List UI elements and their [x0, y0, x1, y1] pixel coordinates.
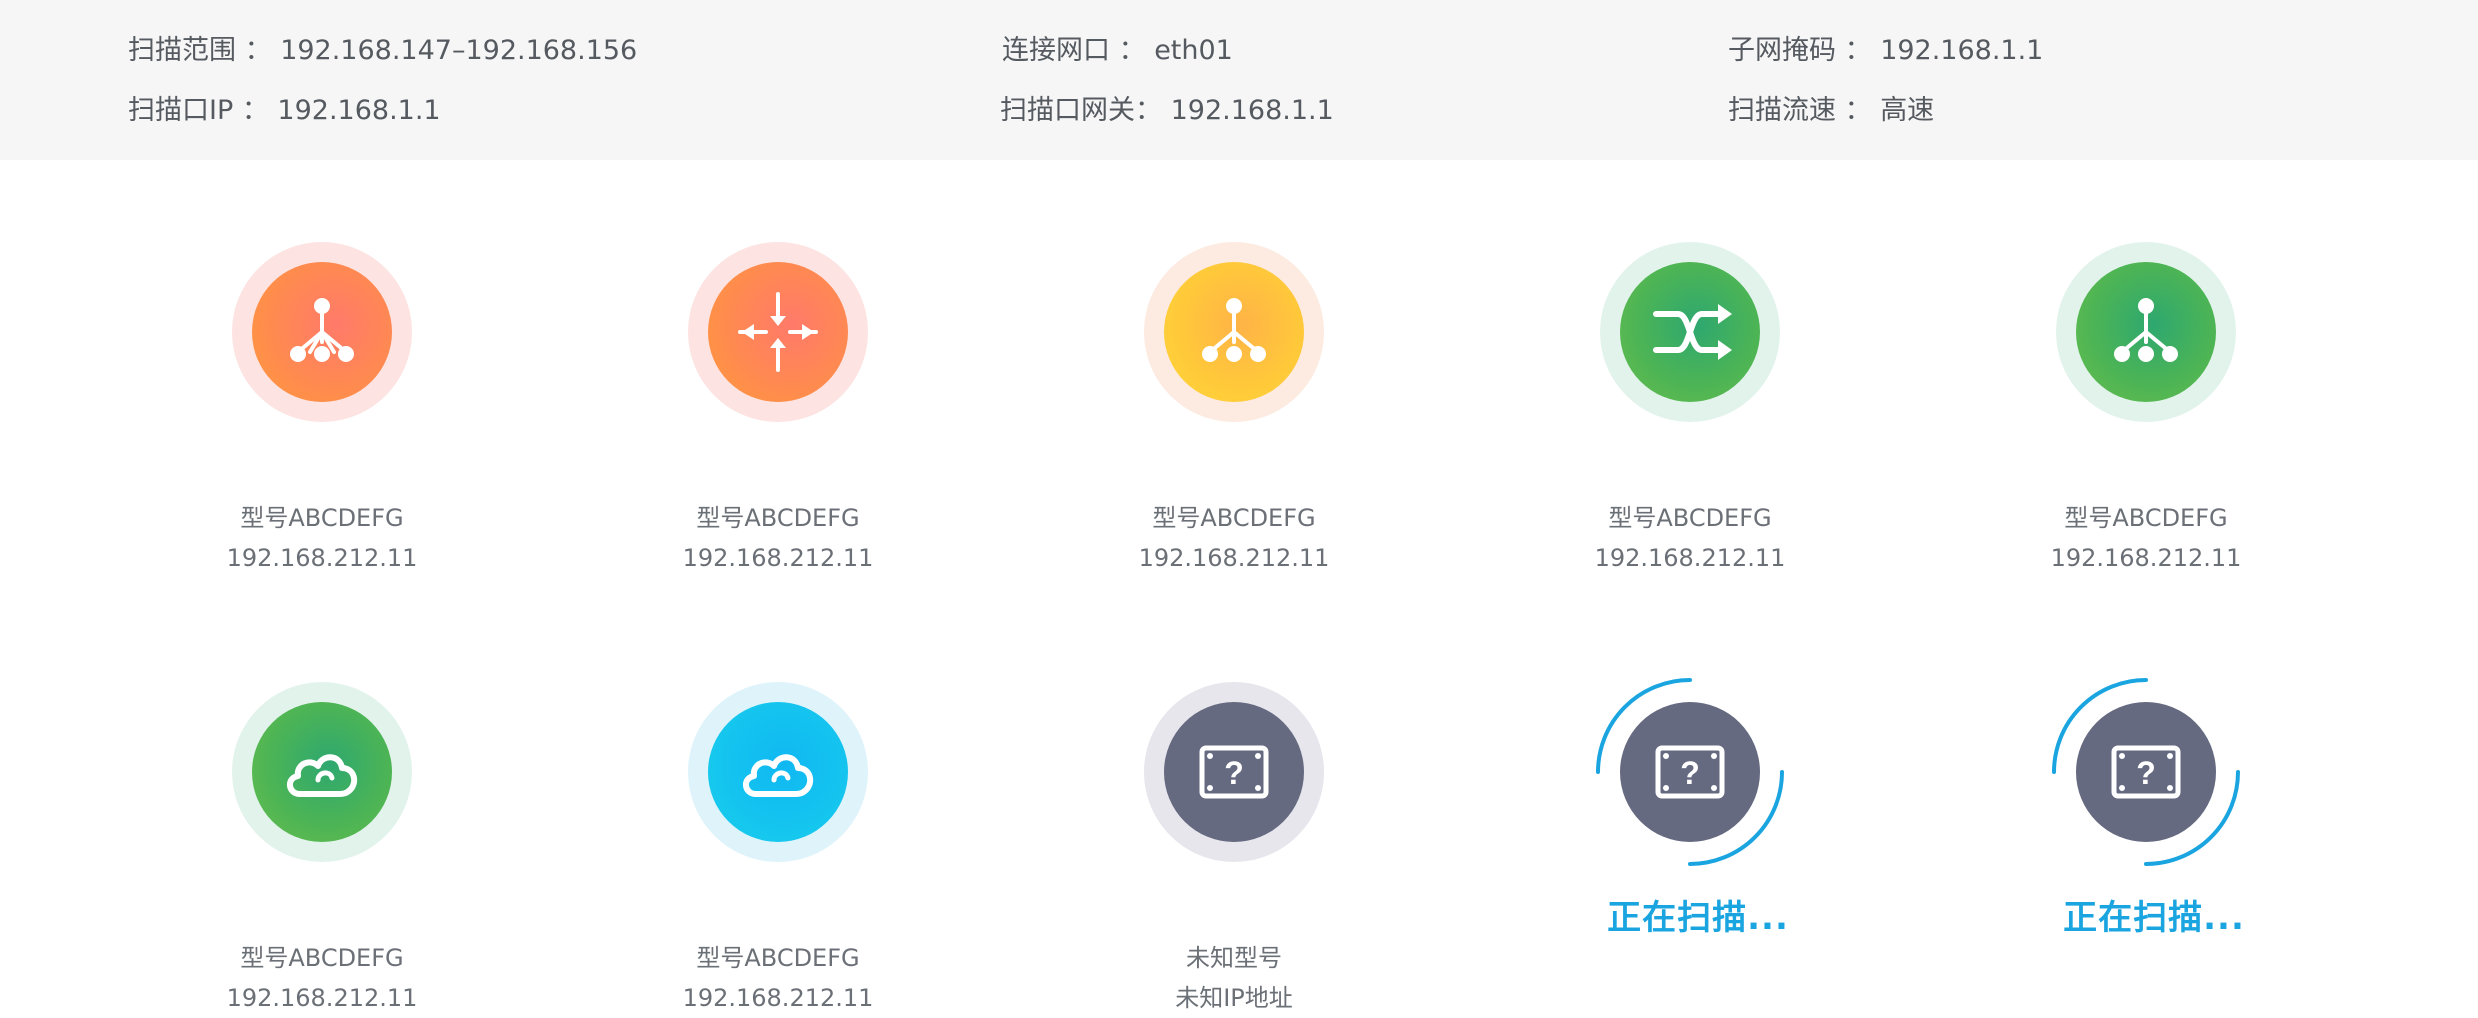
device-card[interactable]	[2056, 242, 2236, 422]
unknown-device-icon: ?	[1655, 745, 1725, 799]
svg-text:?: ?	[1680, 755, 1700, 791]
speed-row: 扫描流速 ： 高速	[1728, 88, 1934, 127]
device-ip: 192.168.212.11	[226, 984, 418, 1012]
device-ip: 192.168.212.11	[1138, 544, 1330, 572]
device-model: 型号ABCDEFG	[696, 504, 860, 532]
scan-port-ip-value: 192.168.1.1	[277, 95, 441, 126]
cloud-icon	[287, 754, 358, 797]
device-caption: 型号ABCDEFG 192.168.212.11	[122, 938, 522, 1018]
device-model: 型号ABCDEFG	[696, 944, 860, 972]
network-tree-icon	[1202, 298, 1266, 362]
device-icon-circle	[708, 262, 848, 402]
device-ip: 192.168.212.11	[1594, 544, 1786, 572]
speed-label: 扫描流速 ：	[1728, 95, 1872, 126]
device-ip: 192.168.212.11	[226, 544, 418, 572]
device-model: 型号ABCDEFG	[1152, 504, 1316, 532]
device-card[interactable]	[232, 242, 412, 422]
device-caption: 型号ABCDEFG 192.168.212.11	[1946, 498, 2346, 578]
device-card[interactable]	[688, 242, 868, 422]
svg-text:?: ?	[1224, 755, 1244, 791]
device-ip: 192.168.212.11	[682, 984, 874, 1012]
network-tree-icon	[2114, 298, 2178, 362]
speed-value: 高速	[1880, 95, 1935, 126]
device-ip: 未知IP地址	[1175, 984, 1293, 1012]
device-card[interactable]	[232, 682, 412, 862]
device-caption: 型号ABCDEFG 192.168.212.11	[122, 498, 522, 578]
network-tree-icon	[290, 298, 354, 362]
subnet-row: 子网掩码 ： 192.168.1.1	[1728, 28, 2043, 67]
device-card-scanning[interactable]: ?	[2052, 678, 2240, 866]
device-card-scanning[interactable]: ?	[1596, 678, 1784, 866]
device-card[interactable]	[1600, 242, 1780, 422]
cloud-icon	[743, 754, 814, 797]
gateway-label: 扫描口网关：	[1000, 95, 1162, 126]
unknown-device-icon: ?	[1199, 745, 1269, 799]
device-caption: 型号ABCDEFG 192.168.212.11	[1490, 498, 1890, 578]
device-model: 型号ABCDEFG	[2064, 504, 2228, 532]
device-model: 未知型号	[1186, 944, 1282, 972]
scan-range-label: 扫描范围 ：	[128, 35, 272, 66]
arrows-converge-icon	[738, 292, 818, 372]
gateway-value: 192.168.1.1	[1170, 95, 1334, 126]
scan-port-ip-row: 扫描口IP ： 192.168.1.1	[128, 88, 441, 127]
shuffle-icon	[1653, 304, 1732, 360]
device-ip: 192.168.212.11	[2050, 544, 2242, 572]
link-port-label: 连接网口 ：	[1002, 35, 1146, 66]
scan-range-value: 192.168.147–192.168.156	[280, 35, 638, 66]
device-icon-circle	[252, 702, 392, 842]
device-caption: 未知型号 未知IP地址	[1034, 938, 1434, 1018]
device-card[interactable]: ?	[1144, 682, 1324, 862]
device-card[interactable]	[1144, 242, 1324, 422]
scanning-status: 正在扫描...	[2063, 898, 2245, 938]
device-model: 型号ABCDEFG	[240, 944, 404, 972]
link-port-row: 连接网口 ： eth01	[1002, 28, 1233, 67]
subnet-label: 子网掩码 ：	[1728, 35, 1872, 66]
device-caption: 型号ABCDEFG 192.168.212.11	[1034, 498, 1434, 578]
gateway-row: 扫描口网关： 192.168.1.1	[1000, 88, 1334, 127]
scan-port-ip-label: 扫描口IP ：	[128, 95, 269, 126]
device-icon-circle: ?	[1164, 702, 1304, 842]
subnet-value: 192.168.1.1	[1880, 35, 2044, 66]
device-model: 型号ABCDEFG	[1608, 504, 1772, 532]
device-icon-circle	[1164, 262, 1304, 402]
device-caption: 型号ABCDEFG 192.168.212.11	[578, 938, 978, 1018]
device-icon-circle	[2076, 262, 2216, 402]
scan-info-bar: 扫描范围 ： 192.168.147–192.168.156 扫描口IP ： 1…	[0, 0, 2478, 160]
device-icon-circle	[708, 702, 848, 842]
device-ip: 192.168.212.11	[682, 544, 874, 572]
device-model: 型号ABCDEFG	[240, 504, 404, 532]
link-port-value: eth01	[1154, 35, 1233, 66]
device-card[interactable]	[688, 682, 868, 862]
unknown-device-icon: ?	[2111, 745, 2181, 799]
device-icon-circle: ?	[1620, 702, 1760, 842]
device-caption: 型号ABCDEFG 192.168.212.11	[578, 498, 978, 578]
svg-text:?: ?	[2136, 755, 2156, 791]
device-icon-circle: ?	[2076, 702, 2216, 842]
device-icon-circle	[252, 262, 392, 402]
scan-range-row: 扫描范围 ： 192.168.147–192.168.156	[128, 28, 637, 67]
scanning-status: 正在扫描...	[1607, 898, 1789, 938]
device-icon-circle	[1620, 262, 1760, 402]
